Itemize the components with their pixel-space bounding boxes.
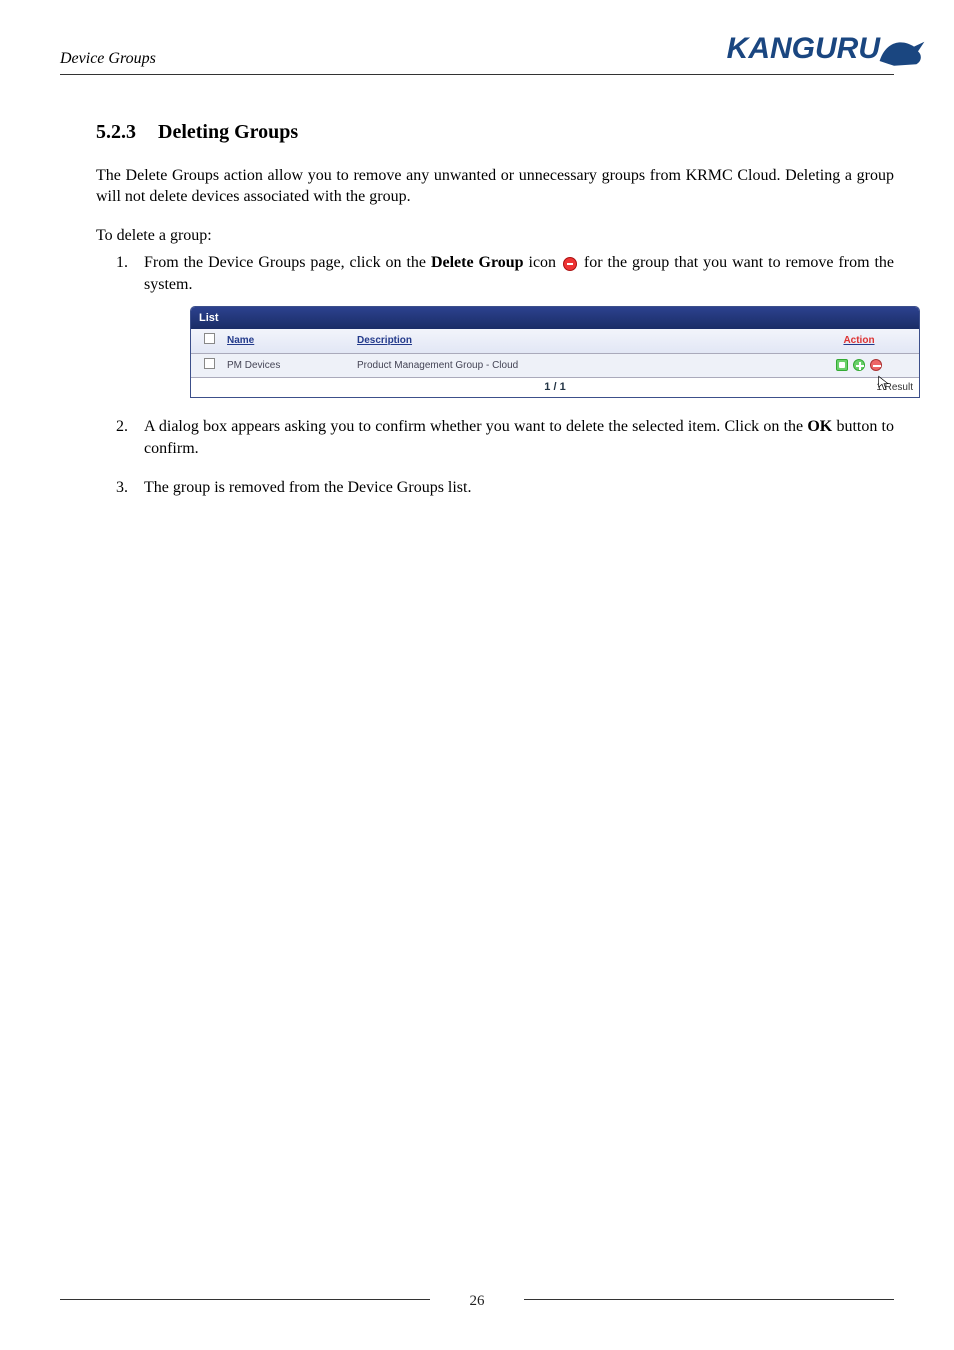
result-count: 1 Result bbox=[876, 381, 913, 395]
brand-logo: KANGURU bbox=[727, 32, 926, 71]
brand-logo-text: KANGURU bbox=[727, 32, 880, 65]
list-footer: 1 / 1 1 Result bbox=[191, 378, 919, 397]
step-number: 2. bbox=[116, 416, 128, 438]
list-header-row: Name Description Action bbox=[191, 329, 919, 354]
row-description: Product Management Group - Cloud bbox=[357, 355, 799, 377]
row-actions bbox=[799, 355, 919, 377]
step-1-text-b: Delete Group bbox=[431, 254, 524, 271]
add-group-icon[interactable] bbox=[853, 359, 865, 371]
step-2-text-b: OK bbox=[807, 418, 832, 435]
page-header: Device Groups KANGURU bbox=[60, 50, 894, 75]
row-checkbox-cell bbox=[191, 354, 227, 378]
section-heading: 5.2.3 Deleting Groups bbox=[96, 121, 894, 144]
step-2: 2. A dialog box appears asking you to co… bbox=[116, 416, 894, 459]
row-name: PM Devices bbox=[227, 355, 357, 377]
step-2-text-a: A dialog box appears asking you to confi… bbox=[144, 418, 807, 435]
kangaroo-icon bbox=[878, 37, 926, 71]
pager-text: 1 / 1 bbox=[544, 380, 565, 395]
lead-sentence: To delete a group: bbox=[96, 226, 894, 247]
steps-list: 1. From the Device Groups page, click on… bbox=[96, 252, 894, 499]
row-checkbox[interactable] bbox=[204, 358, 215, 369]
col-header-name[interactable]: Name bbox=[227, 330, 357, 352]
section-number: 5.2.3 bbox=[96, 121, 136, 144]
content-area: 5.2.3 Deleting Groups The Delete Groups a… bbox=[60, 121, 894, 499]
select-all-checkbox[interactable] bbox=[204, 333, 215, 344]
col-header-description[interactable]: Description bbox=[357, 330, 799, 352]
delete-group-icon bbox=[563, 257, 577, 271]
step-number: 3. bbox=[116, 477, 128, 499]
table-row: PM Devices Product Management Group - Cl… bbox=[191, 354, 919, 379]
delete-group-icon[interactable] bbox=[870, 359, 882, 371]
step-1: 1. From the Device Groups page, click on… bbox=[116, 252, 894, 398]
device-groups-list-screenshot: List Name Description Action PM Devices … bbox=[190, 306, 920, 399]
header-checkbox-cell bbox=[191, 329, 227, 353]
section-title: Deleting Groups bbox=[158, 121, 298, 143]
step-3: 3. The group is removed from the Device … bbox=[116, 477, 894, 499]
page-number: 26 bbox=[0, 1293, 954, 1310]
edit-group-icon[interactable] bbox=[836, 359, 848, 371]
header-breadcrumb: Device Groups bbox=[60, 50, 156, 68]
step-3-text: The group is removed from the Device Gro… bbox=[144, 479, 471, 496]
step-1-text-a: From the Device Groups page, click on th… bbox=[144, 254, 431, 271]
step-1-text-c: icon bbox=[524, 254, 561, 271]
list-title: List bbox=[191, 307, 919, 330]
cursor-icon bbox=[877, 375, 891, 391]
step-number: 1. bbox=[116, 252, 128, 274]
col-header-action: Action bbox=[799, 330, 919, 352]
intro-paragraph: The Delete Groups action allow you to re… bbox=[96, 166, 894, 208]
